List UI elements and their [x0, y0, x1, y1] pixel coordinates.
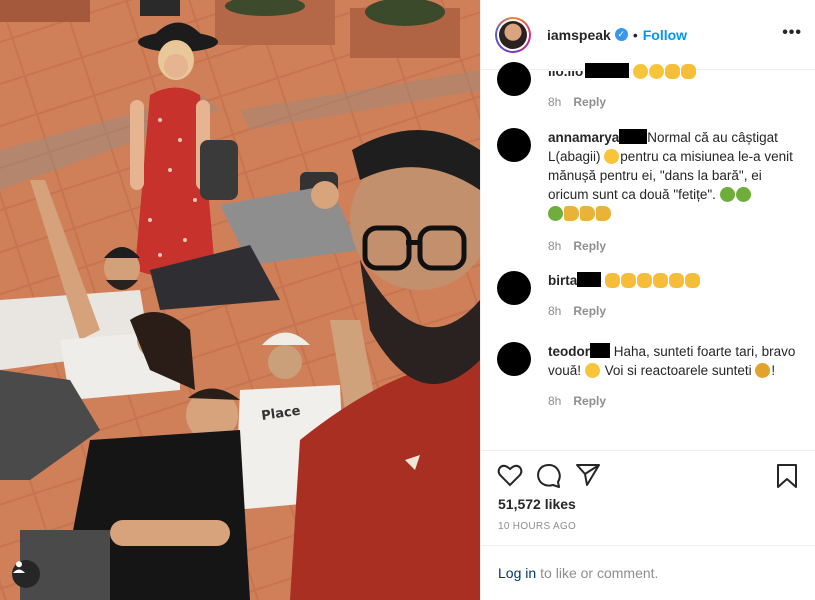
comment-avatar[interactable]	[497, 62, 531, 96]
login-prompt-text: to like or comment.	[540, 565, 659, 581]
verified-icon: ✓	[614, 28, 628, 41]
clapping-emoji	[621, 273, 637, 288]
comments-list[interactable]: ilo.ilo 8h Reply annamarya Normal că au câ…	[481, 60, 815, 450]
thumbs-down-emoji	[564, 206, 579, 221]
sick-face-emoji	[735, 187, 751, 202]
author-username[interactable]: iamspeak	[547, 27, 611, 43]
clapping-emoji	[637, 273, 653, 288]
smile-emoji	[633, 64, 649, 79]
hands-emoji	[681, 64, 697, 79]
medal-emoji	[755, 363, 771, 378]
reply-button[interactable]: Reply	[573, 239, 606, 253]
likes-count[interactable]: 51,572 likes	[498, 496, 576, 512]
sad-face-emoji	[604, 149, 620, 164]
heart-icon[interactable]	[497, 463, 523, 487]
comment-username[interactable]: teodor	[548, 344, 590, 359]
login-link[interactable]: Log in	[498, 565, 536, 581]
redaction	[577, 272, 602, 287]
user-tag-icon	[13, 561, 25, 573]
redaction	[590, 343, 610, 358]
comment-time: 8h	[548, 95, 562, 109]
thumbs-down-emoji	[596, 206, 611, 221]
comment-time: 8h	[548, 304, 562, 318]
smile-emoji	[649, 64, 665, 79]
sick-face-emoji	[548, 206, 563, 221]
comment-icon[interactable]	[536, 463, 562, 489]
header-separator: •	[632, 26, 638, 43]
clapping-emoji	[669, 273, 685, 288]
post-side-panel: iamspeak ✓ • Follow ••• ilo.ilo 8h Reply …	[480, 0, 815, 600]
bookmark-icon[interactable]	[776, 463, 798, 489]
comment-avatar[interactable]	[497, 342, 531, 376]
reply-button[interactable]: Reply	[573, 95, 606, 109]
clapping-emoji	[653, 273, 669, 288]
more-icon[interactable]: •••	[782, 24, 802, 42]
comment-text-continued: Voi si reactoarele sunteti	[604, 363, 752, 378]
post-actions: 51,572 likes 10 HOURS AGO	[481, 450, 815, 550]
group-selfie-image: Place	[0, 0, 480, 600]
hands-emoji	[665, 64, 681, 79]
comment-time: 8h	[548, 239, 562, 253]
login-prompt: Log in to like or comment.	[481, 545, 815, 600]
follow-button[interactable]: Follow	[643, 27, 687, 43]
reply-button[interactable]: Reply	[573, 394, 606, 408]
laughing-emoji	[584, 363, 600, 378]
thumbs-down-emoji	[580, 206, 595, 221]
comment-text-end: !	[771, 363, 776, 378]
post-timestamp[interactable]: 10 HOURS AGO	[498, 521, 576, 532]
redaction	[585, 63, 630, 78]
user-tag-button[interactable]	[12, 560, 40, 588]
post-photo[interactable]: Place	[0, 0, 480, 600]
reply-button[interactable]: Reply	[573, 304, 606, 318]
sick-face-emoji	[719, 187, 735, 202]
comment-username[interactable]: birta	[548, 273, 577, 288]
redaction	[619, 129, 648, 144]
share-icon[interactable]	[575, 463, 601, 487]
comment-username[interactable]: annamarya	[548, 130, 619, 145]
clapping-emoji	[685, 273, 701, 288]
comment-username[interactable]: ilo.ilo	[548, 71, 583, 81]
comment-time: 8h	[548, 394, 562, 408]
comment-avatar[interactable]	[497, 271, 531, 305]
author-avatar[interactable]	[495, 16, 531, 53]
clapping-emoji	[605, 273, 621, 288]
comment-avatar[interactable]	[497, 128, 531, 162]
